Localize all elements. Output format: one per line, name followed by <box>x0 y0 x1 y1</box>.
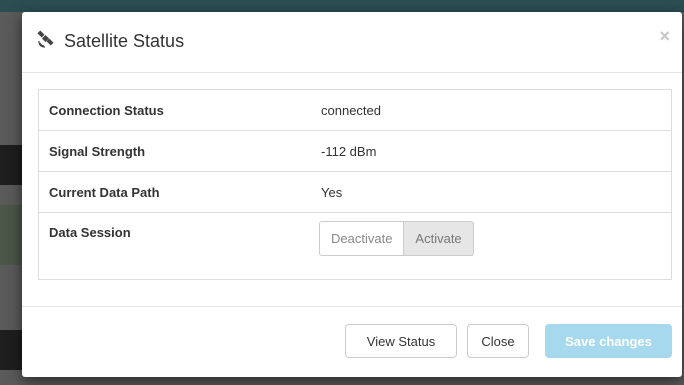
row-value: connected <box>321 102 381 118</box>
close-button[interactable]: Close <box>467 324 529 358</box>
deactivate-button[interactable]: Deactivate <box>319 221 405 256</box>
modal-footer: View Status Close Save changes <box>22 306 682 378</box>
save-changes-button[interactable]: Save changes <box>545 324 672 358</box>
status-table: Connection Status connected Signal Stren… <box>38 89 672 280</box>
row-label: Signal Strength <box>38 130 311 172</box>
data-session-controls: Deactivate Activate <box>311 212 672 280</box>
table-row: Data Session Deactivate Activate <box>38 212 672 280</box>
modal-body: Connection Status connected Signal Stren… <box>22 73 682 306</box>
satellite-status-modal: Satellite Status × Connection Status con… <box>22 12 682 377</box>
table-row: Connection Status connected <box>39 90 672 131</box>
modal-title: Satellite Status <box>64 31 185 51</box>
table-row: Signal Strength -112 dBm <box>38 130 672 172</box>
row-label: Connection Status <box>49 102 164 118</box>
backdrop-top-bar <box>0 0 684 12</box>
row-value: -112 dBm <box>311 130 672 172</box>
row-value: Yes <box>311 171 672 213</box>
modal-header: Satellite Status × <box>22 12 682 73</box>
row-label: Current Data Path <box>38 171 311 213</box>
satellite-icon <box>37 30 54 48</box>
table-row: Current Data Path Yes <box>38 171 672 213</box>
activate-button[interactable]: Activate <box>404 221 474 256</box>
view-status-button[interactable]: View Status <box>345 324 457 358</box>
data-session-toggle: Deactivate Activate <box>319 221 474 256</box>
close-icon[interactable]: × <box>659 26 670 47</box>
row-label: Data Session <box>38 212 311 280</box>
